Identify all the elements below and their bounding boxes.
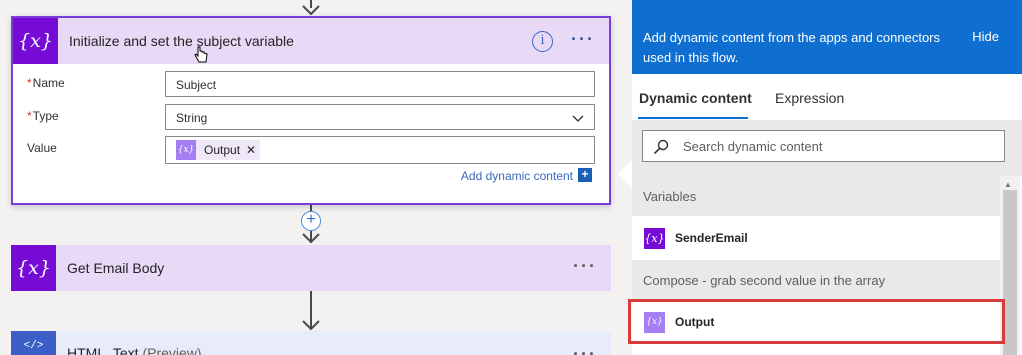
- arrow-down-icon: [302, 233, 320, 243]
- name-field-row: *Name Subject: [13, 71, 609, 97]
- html-text-card[interactable]: </> HTML_Text (Preview) ···: [11, 331, 611, 355]
- variable-icon: {x}: [13, 18, 58, 64]
- variable-icon: {x}: [11, 245, 56, 291]
- compose-icon: {x}: [176, 140, 196, 160]
- card-header[interactable]: </> HTML_Text (Preview) ···: [11, 331, 611, 355]
- value-label: Value: [27, 141, 57, 155]
- dynamic-item-senderemail[interactable]: {x} SenderEmail: [632, 216, 1000, 260]
- panel-tabs: Dynamic content Expression: [632, 74, 1022, 120]
- get-email-body-card[interactable]: {x} Get Email Body ···: [11, 245, 611, 291]
- section-header-compose[interactable]: Compose - grab second value in the array: [632, 260, 1000, 300]
- insert-step-button[interactable]: +: [301, 211, 321, 231]
- scroll-up-icon[interactable]: ▲: [1004, 180, 1012, 189]
- type-field-row: *Type String: [13, 104, 609, 130]
- more-options-icon[interactable]: ···: [573, 345, 597, 355]
- type-select[interactable]: String: [165, 104, 595, 130]
- add-dynamic-content-icon[interactable]: +: [578, 168, 592, 182]
- search-input[interactable]: [683, 137, 993, 155]
- active-tab-indicator: [638, 117, 748, 119]
- remove-token-icon[interactable]: ✕: [246, 143, 256, 157]
- name-input[interactable]: Subject: [165, 71, 595, 97]
- more-options-icon[interactable]: ···: [573, 257, 597, 275]
- hide-button[interactable]: Hide: [972, 29, 999, 44]
- required-mark: *: [27, 76, 32, 90]
- panel-header: Add dynamic content from the apps and co…: [632, 0, 1022, 74]
- preview-tag: (Preview): [142, 345, 202, 355]
- tab-expression[interactable]: Expression: [775, 90, 844, 106]
- variable-icon: {x}: [644, 227, 665, 249]
- arrow-down-icon: [302, 5, 320, 15]
- search-area: [632, 120, 1022, 176]
- html-icon: </>: [11, 331, 56, 355]
- search-icon: [653, 139, 669, 160]
- card-title[interactable]: Get Email Body: [67, 260, 164, 276]
- output-token[interactable]: {x} Output ✕: [176, 140, 261, 160]
- scroll-thumb[interactable]: [1003, 190, 1017, 355]
- dynamic-item-label: SenderEmail: [675, 231, 748, 245]
- arrow-down-icon: [302, 320, 320, 330]
- token-label: Output: [204, 143, 241, 157]
- value-input[interactable]: {x} Output ✕: [165, 136, 595, 164]
- card-header[interactable]: {x} Initialize and set the subject varia…: [13, 18, 609, 64]
- search-box[interactable]: [642, 130, 1005, 162]
- initialize-variable-card[interactable]: {x} Initialize and set the subject varia…: [11, 16, 611, 205]
- hand-cursor-icon: [194, 46, 208, 69]
- info-icon[interactable]: i: [532, 31, 553, 52]
- type-label: Type: [32, 109, 59, 123]
- card-title[interactable]: HTML_Text: [67, 345, 139, 355]
- required-mark: *: [27, 109, 32, 123]
- more-options-icon[interactable]: ···: [571, 30, 595, 48]
- card-header[interactable]: {x} Get Email Body ···: [11, 245, 611, 291]
- panel-header-text: Add dynamic content from the apps and co…: [643, 30, 941, 65]
- name-label: Name: [32, 76, 65, 90]
- value-field-row: Value {x} Output ✕: [13, 136, 609, 164]
- chevron-down-icon[interactable]: [572, 112, 584, 126]
- card-title[interactable]: Initialize and set the subject variable: [69, 33, 294, 49]
- highlight-box: [628, 299, 1005, 344]
- add-dynamic-content-link[interactable]: Add dynamic content: [461, 169, 573, 183]
- type-select-value: String: [176, 111, 208, 125]
- tab-dynamic-content[interactable]: Dynamic content: [639, 90, 752, 106]
- section-header-variables[interactable]: Variables: [632, 176, 1000, 216]
